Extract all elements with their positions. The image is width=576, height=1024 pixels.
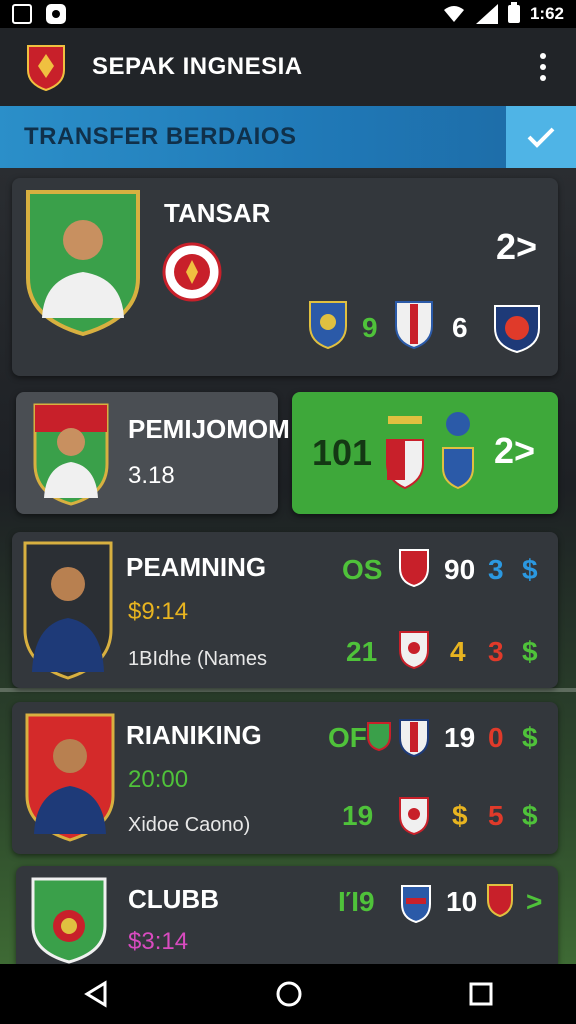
team-badge-icon <box>399 549 429 588</box>
status-bar: 1:62 <box>0 0 576 28</box>
check-icon <box>527 127 555 148</box>
confirm-button[interactable] <box>506 106 576 168</box>
team-badge-icon <box>309 301 347 350</box>
player-name: RIANIKING <box>126 720 262 750</box>
app-title: SEPAK INGNESIA <box>92 53 303 80</box>
team-badge-icon <box>399 797 429 836</box>
player-photo-crest <box>25 713 115 842</box>
player-value: $9:14 <box>128 598 189 625</box>
player-card-1[interactable]: TANSAR 2> 9 6 <box>12 178 558 376</box>
player-photo-crest <box>26 190 140 336</box>
currency-icon: $ <box>522 800 538 831</box>
transfer-arrow[interactable]: 2> <box>496 226 537 268</box>
stat-value: 6 <box>452 312 468 343</box>
player-name: PEAMNING <box>126 552 267 582</box>
player-name: TANSAR <box>164 198 271 228</box>
stat-value: 0 <box>488 722 504 753</box>
currency-icon: $ <box>522 554 538 585</box>
status-time: 1:62 <box>529 4 564 23</box>
team-badge-icon <box>494 305 540 354</box>
player-value: 20:00 <box>128 766 189 793</box>
stat-value: 21 <box>346 636 378 667</box>
stat-value: 3 <box>488 554 504 585</box>
home-icon[interactable] <box>275 980 303 1008</box>
club-value: $3:14 <box>128 928 189 955</box>
player-value: 3.18 <box>128 462 175 489</box>
wifi-icon <box>443 6 464 22</box>
team-badge-icon <box>395 301 433 350</box>
offer-score: 101 <box>312 432 373 473</box>
chevron-right-icon[interactable]: > <box>526 886 542 918</box>
stat-value: 10 <box>446 886 478 917</box>
player-name: PEMIJOMOM <box>128 414 290 444</box>
section-banner: TRANSFER BERDAIOS <box>0 106 576 168</box>
app-logo-icon <box>27 45 65 92</box>
player-note: 1BIdhe (Names <box>128 648 267 670</box>
club-card[interactable]: CLUBB $3:14 IΊ9 10 > <box>16 866 558 964</box>
team-badge-icon <box>399 719 429 758</box>
player-card-2[interactable]: PEMIJOMOM 3.18 <box>16 392 290 514</box>
stat-value: 3 <box>488 636 504 667</box>
system-nav-bar <box>0 964 576 1024</box>
club-badge-icon <box>162 242 222 302</box>
player-card-3[interactable]: PEAMNING $9:14 1BIdhe (Names OS 90 3 $ 2… <box>12 532 558 688</box>
team-badge-icon <box>399 631 429 670</box>
club-crest-icon <box>31 877 107 964</box>
overflow-menu-icon[interactable] <box>534 47 552 87</box>
stat-value: 9 <box>362 312 378 343</box>
player-card-4[interactable]: RIANIKING 20:00 Xidoe Caono) OF 19 0 $ 1… <box>12 702 558 854</box>
stat-value: 4 <box>450 636 466 667</box>
team-badge-icon <box>386 416 424 490</box>
signal-icon <box>475 4 498 24</box>
recents-icon[interactable] <box>469 982 493 1006</box>
transfer-arrow[interactable]: 2> <box>494 430 535 472</box>
currency-icon: $ <box>452 800 468 831</box>
team-badge-icon <box>487 884 513 918</box>
app-bar: SEPAK INGNESIA <box>0 28 576 106</box>
back-icon[interactable] <box>83 980 109 1008</box>
gallery-notification-icon <box>12 4 32 24</box>
player-note: Xidoe Caono) <box>128 814 251 836</box>
team-badge-icon <box>367 722 391 752</box>
player-photo-crest <box>33 403 109 506</box>
app-notification-icon <box>46 4 66 24</box>
currency-icon: $ <box>522 722 538 753</box>
player-photo-crest <box>23 541 113 680</box>
stat-value: 5 <box>488 800 504 831</box>
team-badge-icon <box>401 885 431 924</box>
stat-value: 90 <box>444 554 476 585</box>
stat-value: IΊ9 <box>338 886 375 917</box>
stat-value: OF <box>328 722 367 753</box>
team-badge-icon <box>442 412 474 490</box>
stat-value: 19 <box>444 722 476 753</box>
stat-value: OS <box>342 554 383 585</box>
stat-value: 19 <box>342 800 374 831</box>
transfer-offer-card[interactable]: 101 2> <box>292 392 558 514</box>
banner-title: TRANSFER BERDAIOS <box>24 123 297 150</box>
battery-icon <box>507 2 520 23</box>
currency-icon: $ <box>522 636 538 667</box>
club-name: CLUBB <box>128 884 219 914</box>
